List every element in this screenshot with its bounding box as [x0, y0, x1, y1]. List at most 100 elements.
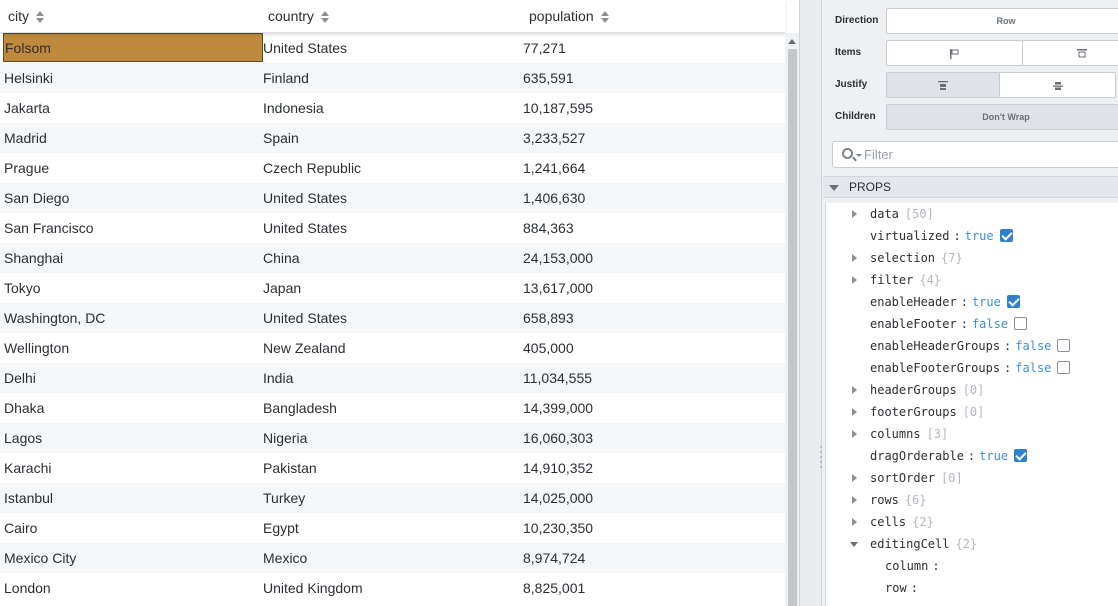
table-row[interactable]: Dhaka Bangladesh 14,399,000	[0, 393, 785, 423]
table-cell-country[interactable]: Egypt	[263, 513, 299, 543]
scrollbar-thumb[interactable]	[788, 49, 797, 606]
table-cell-population[interactable]: 13,617,000	[523, 273, 593, 303]
table-cell-country[interactable]: China	[263, 243, 300, 273]
table-row[interactable]: Istanbul Turkey 14,025,000	[0, 483, 785, 513]
prop-value[interactable]: false	[1015, 339, 1051, 353]
table-cell-country[interactable]: Pakistan	[263, 453, 317, 483]
table-row[interactable]: Helsinki Finland 635,591	[0, 63, 785, 93]
table-row[interactable]: San Francisco United States 884,363	[0, 213, 785, 243]
table-cell-city[interactable]: Lagos	[3, 423, 263, 453]
table-cell-population[interactable]: 14,025,000	[523, 483, 593, 513]
table-cell-city[interactable]: Madrid	[3, 123, 263, 153]
sort-icon[interactable]	[35, 9, 45, 25]
column-header-population[interactable]: population	[529, 0, 610, 33]
sort-icon[interactable]	[320, 9, 330, 25]
chevron-down-icon[interactable]	[856, 154, 862, 157]
table-row[interactable]: Cairo Egypt 10,230,350	[0, 513, 785, 543]
items-end-button[interactable]	[1022, 40, 1118, 66]
table-row[interactable]: Shanghai China 24,153,000	[0, 243, 785, 273]
table-cell-population[interactable]: 16,060,303	[523, 423, 593, 453]
column-header-city[interactable]: city	[8, 0, 45, 33]
table-cell-city[interactable]: Wellington	[3, 333, 263, 363]
table-cell-country[interactable]: United States	[263, 183, 347, 213]
table-cell-population[interactable]: 8,825,001	[523, 573, 585, 603]
prop-checkbox[interactable]	[1006, 295, 1020, 308]
table-row[interactable]: Wellington New Zealand 405,000	[0, 333, 785, 363]
table-cell-population[interactable]: 10,230,350	[523, 513, 593, 543]
table-cell-country[interactable]: United States	[263, 303, 347, 333]
collapse-icon[interactable]	[829, 185, 839, 191]
chevron-right-icon[interactable]	[852, 210, 857, 218]
prop-value[interactable]: true	[965, 229, 994, 243]
prop-checkbox[interactable]	[1014, 449, 1028, 462]
table-cell-city[interactable]: Washington, DC	[3, 303, 263, 333]
chevron-right-icon[interactable]	[852, 276, 857, 284]
table-cell-city[interactable]: Shanghai	[3, 243, 263, 273]
filter-field[interactable]: Filter	[832, 141, 1118, 168]
prop-value[interactable]: true	[972, 295, 1001, 309]
prop-row-editingCell[interactable]: editingCell {2}	[826, 533, 1118, 555]
prop-checkbox[interactable]	[1014, 317, 1028, 330]
table-cell-population[interactable]: 884,363	[523, 213, 574, 243]
prop-row-filter[interactable]: filter {4}	[826, 269, 1118, 291]
chevron-right-icon[interactable]	[852, 518, 857, 526]
direction-select[interactable]: Row	[886, 8, 1118, 34]
table-cell-city[interactable]: Prague	[3, 153, 263, 183]
table-cell-city[interactable]: San Diego	[3, 183, 263, 213]
filter-input[interactable]: Filter	[864, 142, 893, 168]
table-vertical-scrollbar[interactable]	[785, 33, 799, 606]
prop-row-sortOrder[interactable]: sortOrder [0]	[826, 467, 1118, 489]
table-cell-city[interactable]: Helsinki	[3, 63, 263, 93]
props-section-header[interactable]: PROPS	[823, 176, 1118, 198]
chevron-right-icon[interactable]	[852, 430, 857, 438]
chevron-right-icon[interactable]	[852, 408, 857, 416]
table-cell-city[interactable]: Folsom	[3, 33, 263, 62]
sort-icon[interactable]	[600, 9, 610, 25]
prop-row-enableFooter[interactable]: enableFooter: false	[826, 313, 1118, 335]
table-cell-country[interactable]: Turkey	[263, 483, 305, 513]
chevron-right-icon[interactable]	[852, 496, 857, 504]
table-cell-country[interactable]: United States	[263, 213, 347, 243]
prop-row-columns[interactable]: columns [3]	[826, 423, 1118, 445]
table-row[interactable]: Prague Czech Republic 1,241,664	[0, 153, 785, 183]
prop-value[interactable]: true	[979, 449, 1008, 463]
prop-row-virtualized[interactable]: virtualized: true	[826, 225, 1118, 247]
search-icon[interactable]	[842, 148, 853, 159]
prop-row-enableFooterGroups[interactable]: enableFooterGroups: false	[826, 357, 1118, 379]
table-row[interactable]: Washington, DC United States 658,893	[0, 303, 785, 333]
scroll-up-icon[interactable]	[788, 39, 796, 44]
table-cell-population[interactable]: 14,910,352	[523, 453, 593, 483]
prop-row-column[interactable]: column:	[826, 555, 1118, 577]
prop-row-data[interactable]: data [50]	[826, 203, 1118, 225]
chevron-right-icon[interactable]	[852, 386, 857, 394]
table-cell-city[interactable]: Cairo	[3, 513, 263, 543]
prop-row-footerGroups[interactable]: footerGroups [0]	[826, 401, 1118, 423]
prop-checkbox[interactable]	[1057, 361, 1071, 374]
table-cell-country[interactable]: Czech Republic	[263, 153, 361, 183]
chevron-right-icon[interactable]	[852, 474, 857, 482]
table-row[interactable]: San Diego United States 1,406,630	[0, 183, 785, 213]
justify-start-button[interactable]	[886, 72, 1000, 98]
table-cell-country[interactable]: Indonesia	[263, 93, 324, 123]
table-row[interactable]: Madrid Spain 3,233,527	[0, 123, 785, 153]
table-row[interactable]: Lagos Nigeria 16,060,303	[0, 423, 785, 453]
table-cell-country[interactable]: Nigeria	[263, 423, 307, 453]
prop-row-dragOrderable[interactable]: dragOrderable: true	[826, 445, 1118, 467]
children-wrap-button[interactable]: Don't Wrap	[886, 104, 1118, 130]
table-cell-population[interactable]: 635,591	[523, 63, 574, 93]
table-cell-population[interactable]: 11,034,555	[523, 363, 592, 393]
table-row[interactable]: Mexico City Mexico 8,974,724	[0, 543, 785, 573]
table-cell-city[interactable]: Jakarta	[3, 93, 263, 123]
prop-row-headerGroups[interactable]: headerGroups [0]	[826, 379, 1118, 401]
table-cell-country[interactable]: United States	[263, 33, 347, 63]
table-cell-city[interactable]: Dhaka	[3, 393, 263, 423]
table-cell-population[interactable]: 658,893	[523, 303, 574, 333]
table-cell-country[interactable]: Finland	[263, 63, 309, 93]
table-row[interactable]: Karachi Pakistan 14,910,352	[0, 453, 785, 483]
table-cell-city[interactable]: Istanbul	[3, 483, 263, 513]
table-cell-country[interactable]: New Zealand	[263, 333, 346, 363]
table-cell-population[interactable]: 14,399,000	[523, 393, 593, 423]
table-cell-population[interactable]: 1,406,630	[523, 183, 585, 213]
table-cell-country[interactable]: Spain	[263, 123, 299, 153]
table-cell-country[interactable]: Mexico	[263, 543, 307, 573]
